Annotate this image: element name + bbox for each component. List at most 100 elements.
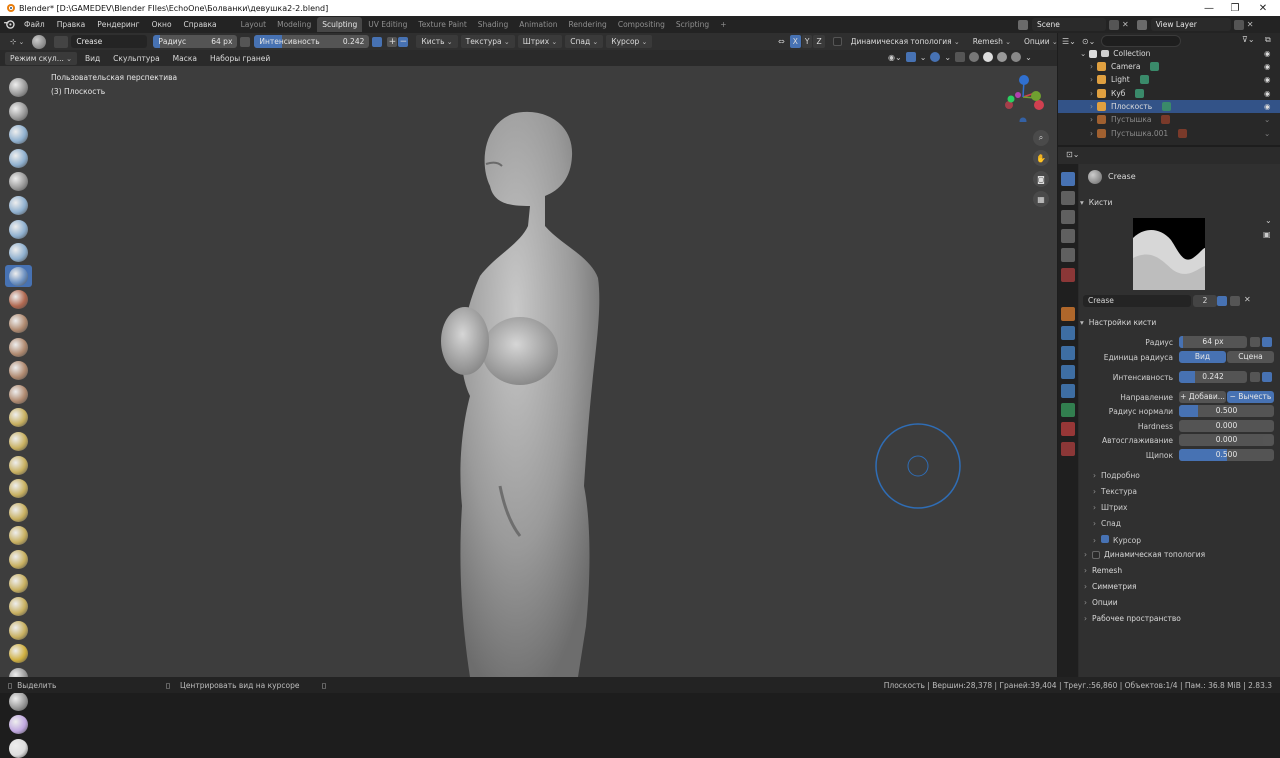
layer-tool-icon[interactable]	[9, 196, 28, 215]
minimize-button[interactable]: —	[1196, 0, 1222, 16]
row-visibility-icon[interactable]: ⌄	[1264, 129, 1270, 138]
subpanel-4[interactable]: › Курсор	[1093, 535, 1141, 545]
brush-preview-image[interactable]	[1133, 218, 1205, 290]
tab-texture-paint[interactable]: Texture Paint	[413, 17, 471, 32]
close-button[interactable]: ✕	[1250, 0, 1276, 16]
rotate-tool-icon[interactable]	[9, 573, 28, 593]
subpanel-2[interactable]: › Штрих	[1093, 503, 1127, 512]
symmetry-z-toggle[interactable]: Z	[813, 35, 825, 48]
scene-field[interactable]: Scene	[1032, 18, 1106, 31]
tab-scripting[interactable]: Scripting	[671, 17, 714, 32]
outliner-search-input[interactable]	[1101, 35, 1182, 47]
strength-pressure-icon[interactable]	[372, 36, 383, 47]
brush-users-count[interactable]: 2	[1193, 295, 1217, 307]
options-menu[interactable]: Опции	[1019, 35, 1063, 48]
scene-icon[interactable]	[1018, 19, 1028, 30]
pose-tool-icon[interactable]	[9, 526, 28, 546]
cloth-tool-icon[interactable]	[9, 644, 28, 664]
properties-type-icon[interactable]: ⊡⌄	[1066, 150, 1079, 159]
row-visibility-icon[interactable]: ◉	[1264, 102, 1271, 111]
object-data-icon[interactable]	[1139, 75, 1149, 85]
tab-shading[interactable]: Shading	[473, 17, 513, 32]
face-sets-menu[interactable]: Наборы граней	[205, 52, 275, 65]
mask-menu[interactable]: Маска	[168, 52, 202, 65]
section-header-1[interactable]: › Remesh	[1080, 563, 1276, 578]
row-visibility-icon[interactable]: ⌄	[1264, 115, 1270, 124]
3d-viewport[interactable]: Пользовательская перспектива (3) Плоскос…	[0, 66, 1057, 677]
sculpt-menu[interactable]: Скульптура	[108, 52, 165, 65]
texture-menu[interactable]: Текстура	[460, 35, 515, 48]
new-view-layer-icon[interactable]	[1233, 19, 1244, 30]
brush-list-expand-icon[interactable]: ⌄	[1265, 216, 1272, 225]
output-tab-icon[interactable]	[1061, 210, 1075, 224]
overlay-dropdown-icon[interactable]: ⌄	[944, 53, 951, 62]
nudge-tool-icon[interactable]	[9, 550, 28, 569]
constraints-tab-icon[interactable]	[1061, 384, 1075, 398]
editor-type-icon[interactable]: ⊹	[5, 35, 29, 48]
object-data-icon[interactable]	[1162, 101, 1172, 111]
tab-animation[interactable]: Animation	[514, 17, 562, 32]
brush-preview-icon[interactable]	[32, 34, 47, 49]
wireframe-shading-icon[interactable]	[969, 52, 980, 62]
clay-tool-icon[interactable]	[9, 125, 28, 145]
mode-selector[interactable]: Режим скул...	[5, 51, 77, 65]
blender-menu-icon[interactable]	[0, 20, 18, 29]
collection-checkbox[interactable]	[1089, 49, 1098, 58]
subpanel-3[interactable]: › Спад	[1093, 519, 1121, 528]
prop-slider[interactable]: 0.000	[1179, 420, 1274, 432]
mask-tool-icon[interactable]	[9, 691, 28, 711]
menu-window[interactable]: Окно	[146, 16, 178, 33]
dyntopo-checkbox[interactable]	[832, 37, 842, 46]
data-tab-icon[interactable]	[1061, 403, 1075, 418]
brush-menu[interactable]: Кисть	[416, 35, 458, 48]
expand-row-icon[interactable]: ›	[1090, 129, 1093, 138]
section-header-4[interactable]: › Рабочее пространство	[1080, 611, 1276, 626]
solid-shading-icon[interactable]	[983, 52, 994, 62]
cursor-menu[interactable]: Курсор	[606, 35, 653, 48]
tab-rendering[interactable]: Rendering	[564, 17, 612, 32]
box-mask-tool-icon[interactable]	[9, 715, 28, 735]
brush-name-input[interactable]: Crease	[1083, 295, 1191, 307]
collection-row[interactable]: ⌄ Collection ◉	[1058, 47, 1280, 60]
xray-toggle-icon[interactable]	[955, 52, 966, 62]
particles-tab-icon[interactable]	[1061, 345, 1075, 360]
brush-settings-header[interactable]: ▾ Настройки кисти	[1080, 315, 1276, 330]
autosmooth-pressure-icon[interactable]	[1263, 435, 1273, 445]
outliner-type-icon[interactable]: ☰⌄	[1062, 37, 1076, 46]
prop-slider[interactable]: 0.242	[1179, 371, 1247, 383]
remove-view-layer-icon[interactable]: ✕	[1247, 20, 1254, 29]
view-layer-tab-icon[interactable]	[1061, 229, 1075, 243]
pressure-icon[interactable]	[1262, 337, 1272, 347]
elastic-deform-tool-icon[interactable]	[9, 455, 28, 475]
camera-view-icon[interactable]: ◙	[1033, 171, 1049, 187]
gizmo-toggle-icon[interactable]	[905, 52, 916, 62]
clay-thumb-tool-icon[interactable]	[9, 172, 28, 192]
object-data-icon[interactable]	[1150, 62, 1160, 71]
material-tab-icon[interactable]	[1061, 422, 1075, 437]
subtract-direction-icon[interactable]: −	[398, 36, 409, 47]
view-menu[interactable]: Вид	[80, 52, 105, 65]
view-layer-field[interactable]: View Layer	[1150, 18, 1231, 31]
tab-compositing[interactable]: Compositing	[613, 17, 670, 32]
add-direction-icon[interactable]: +	[387, 36, 398, 47]
zoom-icon[interactable]: ⌕	[1033, 130, 1049, 146]
section-header-2[interactable]: › Симметрия	[1080, 579, 1276, 594]
prop-option-button[interactable]: − Вычесть	[1227, 391, 1274, 403]
multiplane-scrape-tool-icon[interactable]	[9, 384, 28, 404]
physics-tab-icon[interactable]	[1061, 364, 1075, 379]
outliner-row[interactable]: › Пустышка.001 ⌄	[1058, 127, 1280, 140]
fake-user-icon[interactable]	[1217, 296, 1227, 306]
expand-row-icon[interactable]: ›	[1090, 89, 1093, 98]
row-visibility-icon[interactable]: ◉	[1264, 62, 1271, 71]
object-data-icon[interactable]	[1178, 128, 1188, 138]
radius-slider[interactable]: Радиус 64 px	[153, 35, 238, 48]
navigation-gizmo[interactable]	[998, 72, 1048, 125]
inflate-tool-icon[interactable]	[9, 219, 28, 239]
falloff-menu[interactable]: Спад	[565, 35, 604, 48]
add-collection-icon[interactable]: ⧉	[1265, 35, 1271, 45]
expand-row-icon[interactable]: ›	[1090, 102, 1093, 111]
menu-edit[interactable]: Правка	[51, 16, 92, 33]
boundary-tool-icon[interactable]	[9, 620, 28, 640]
pinch-tool-icon[interactable]	[9, 408, 28, 428]
draw-tool-icon[interactable]	[9, 78, 28, 97]
